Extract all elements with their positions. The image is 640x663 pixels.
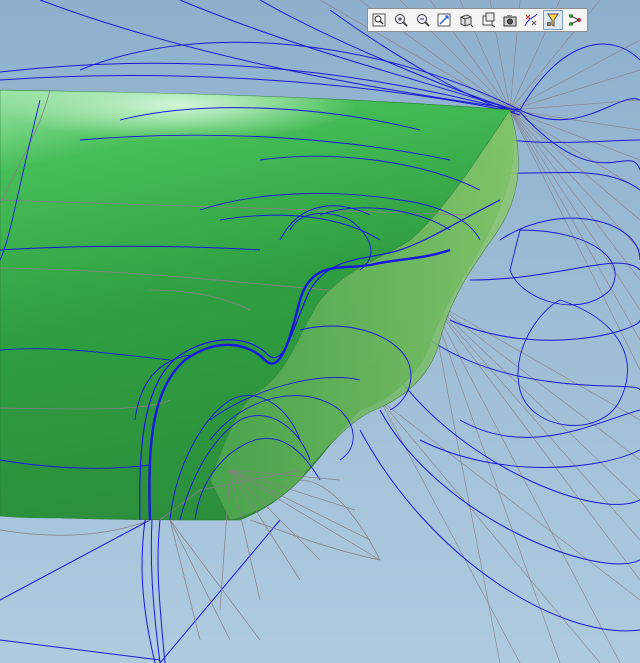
connector-icon [567,12,583,28]
zoom-window-button[interactable] [369,10,390,30]
curvature-analysis-button[interactable] [521,10,542,30]
zoom-out-icon [415,12,431,28]
view-fit-button[interactable] [434,10,455,30]
view-fit-icon [436,12,452,28]
cad-3d-viewport[interactable] [0,0,640,663]
shaded-cube-icon [458,12,474,28]
curvature-analysis-icon [523,12,539,28]
zoom-window-icon [371,12,387,28]
shaded-cube-button[interactable] [456,10,477,30]
zoom-out-button[interactable] [412,10,433,30]
cad-scene [0,0,640,663]
connector-button[interactable] [564,10,585,30]
view-orientation-button[interactable] [478,10,499,30]
view-orientation-icon [480,12,496,28]
display-filter-button[interactable] [542,10,564,30]
zoom-in-icon [393,12,409,28]
zoom-in-button[interactable] [391,10,412,30]
view-toolbar [367,8,588,32]
snapshot-button[interactable] [499,10,520,30]
display-filter-icon [545,12,561,28]
snapshot-icon [502,12,518,28]
